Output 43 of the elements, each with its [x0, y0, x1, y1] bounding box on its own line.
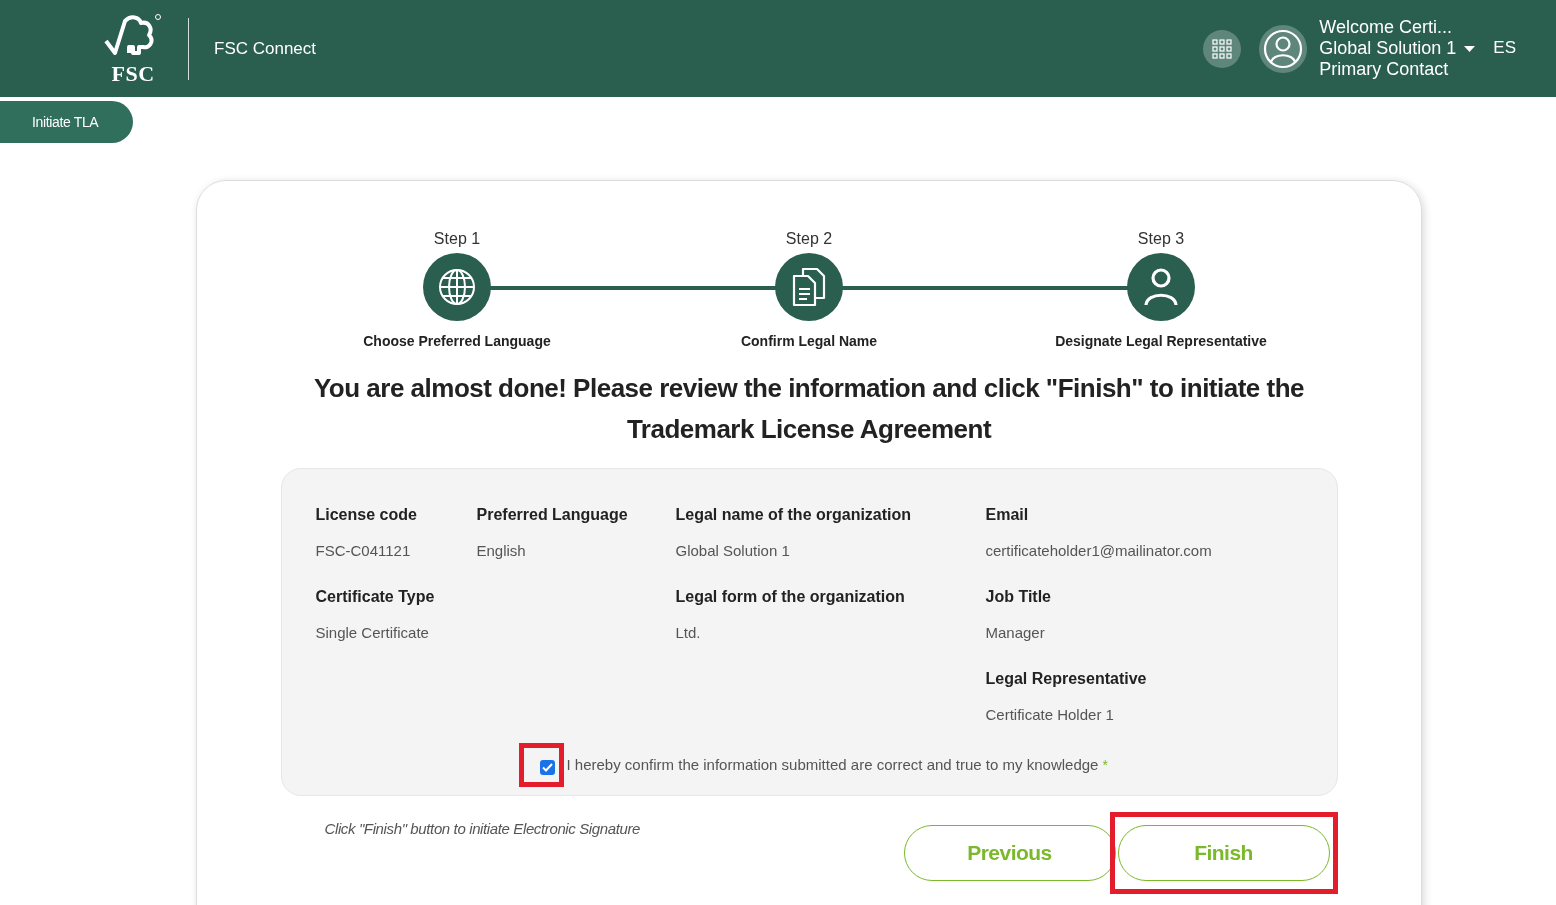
step-label: Designate Legal Representative	[1055, 332, 1267, 351]
field-label: Job Title	[985, 587, 1052, 607]
field-label: Legal name of the organization	[675, 505, 913, 525]
field-value: English	[476, 541, 527, 561]
caret-icon[interactable]	[1464, 45, 1476, 52]
person-icon	[1143, 267, 1179, 307]
user-menu-text: Primary Contact	[1319, 59, 1449, 80]
page-tab[interactable]: Initiate TLA	[0, 101, 133, 143]
confirmation-label: I hereby confirm the information submitted are correct and true to my knowledge	[566, 754, 1099, 775]
field-value: FSC-C041121	[315, 541, 412, 561]
field-value: Manager	[985, 623, 1046, 643]
app-name: FSC Connect	[214, 37, 317, 60]
step-number: Step 3	[1137, 229, 1185, 249]
field-label: Legal Representative	[985, 669, 1148, 689]
field-label: Certificate Type	[315, 587, 436, 607]
signature-note: Click "Finish" button to initiate Electronic Signature	[324, 819, 641, 839]
step-number: Step 2	[785, 229, 833, 249]
fsc-logo[interactable]: FSC	[102, 12, 164, 85]
grid-icon	[1212, 38, 1233, 59]
step-label: Choose Preferred Language	[363, 332, 551, 351]
user-menu-text[interactable]: Global Solution 1	[1319, 38, 1457, 59]
language-link[interactable]: ES	[1493, 34, 1516, 61]
field-value: Single Certificate	[315, 623, 430, 643]
user-menu-text: Welcome Certi...	[1319, 17, 1452, 38]
field-value: certificateholder1@mailinator.com	[985, 541, 1213, 561]
step-number: Step 1	[433, 229, 481, 249]
apps-launcher-button[interactable]	[1203, 29, 1242, 68]
logo-text: FSC	[111, 62, 155, 85]
field-label: Email	[985, 505, 1030, 525]
field-label: Preferred Language	[476, 505, 629, 525]
documents-icon	[791, 267, 827, 307]
step-label: Confirm Legal Name	[740, 332, 878, 351]
field-label: Legal form of the organization	[675, 587, 906, 607]
field-value: Ltd.	[675, 623, 702, 643]
field-label: License code	[315, 505, 418, 525]
checkbox[interactable]	[539, 759, 555, 775]
user-icon	[1263, 28, 1304, 69]
required-mark: *	[1102, 755, 1108, 775]
heading: You are almost done! Please review the information and click "Finish" to initiate the Trademark License Agreement	[312, 372, 1306, 446]
globe-icon	[438, 268, 476, 306]
field-value: Certificate Holder 1	[985, 705, 1115, 725]
check-icon	[541, 762, 553, 772]
field-value: Global Solution 1	[675, 541, 791, 561]
